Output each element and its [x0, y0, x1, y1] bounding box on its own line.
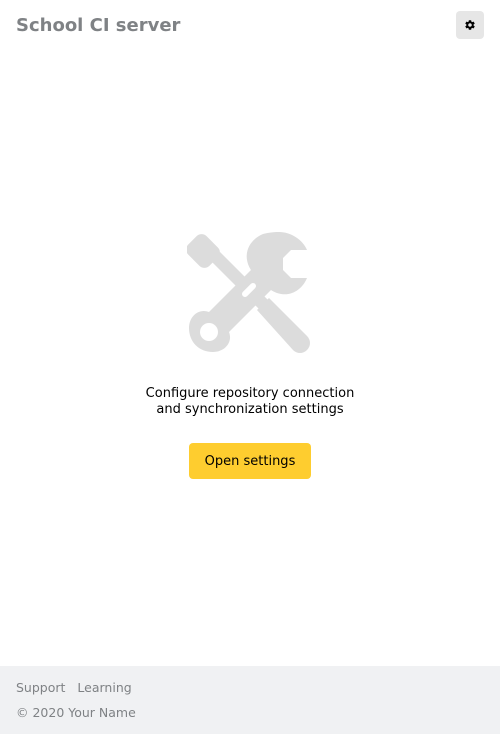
footer: Support Learning © 2020 Your Name [0, 666, 500, 734]
footer-links: Support Learning [16, 679, 484, 695]
message-line-1: Configure repository connection [145, 386, 355, 401]
tools-icon [187, 228, 313, 354]
main-content: Configure repository connection and sync… [0, 52, 500, 666]
app-title: School CI server [16, 14, 181, 36]
page: School CI server Configure repository co… [0, 0, 500, 734]
message-line-2: and synchronization settings [156, 402, 344, 417]
settings-button[interactable] [456, 11, 484, 39]
empty-state-message: Configure repository connection and sync… [100, 386, 400, 418]
footer-link-support[interactable]: Support [16, 680, 65, 695]
app-header: School CI server [0, 0, 500, 52]
open-settings-button[interactable]: Open settings [189, 443, 311, 479]
copyright: © 2020 Your Name [16, 705, 136, 720]
footer-link-learning[interactable]: Learning [77, 680, 131, 695]
gear-icon [465, 20, 475, 30]
